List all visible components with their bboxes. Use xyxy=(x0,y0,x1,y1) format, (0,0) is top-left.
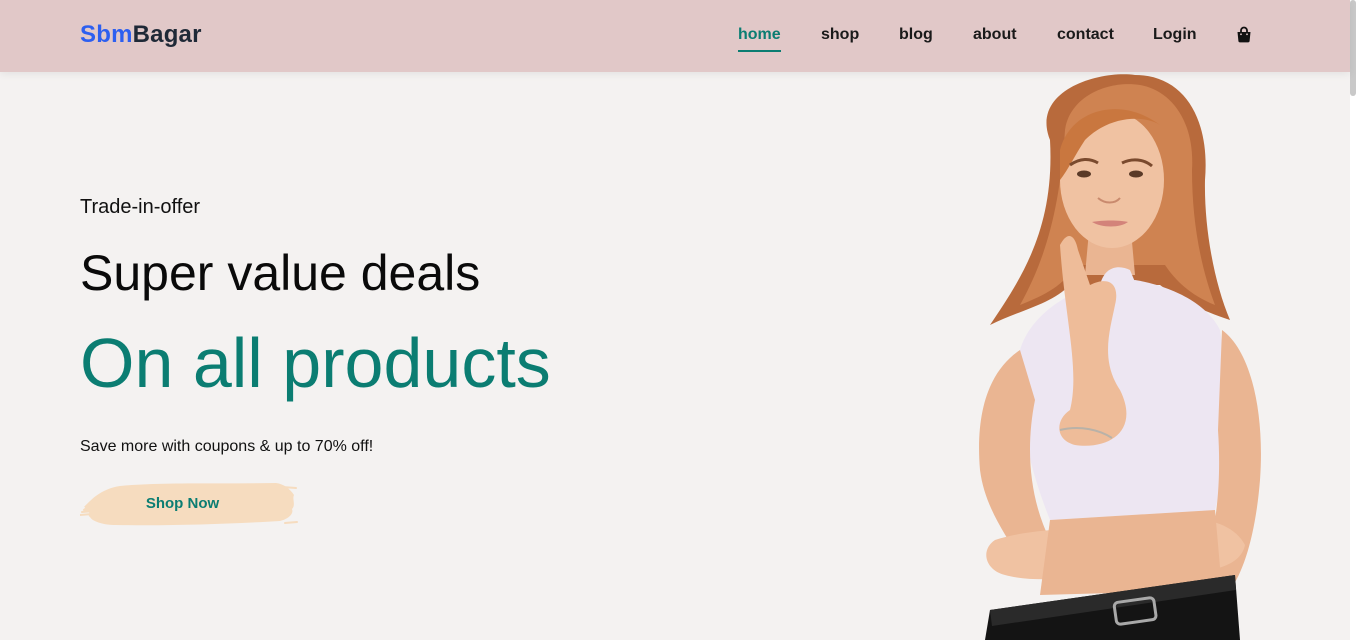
active-nav-underline xyxy=(738,50,781,52)
scrollbar-thumb[interactable] xyxy=(1350,0,1356,96)
nav-link-home[interactable]: home xyxy=(738,25,781,52)
logo-suffix: Bagar xyxy=(132,21,202,48)
nav-label-home: home xyxy=(738,26,781,43)
logo[interactable]: SbmBagar xyxy=(80,21,202,49)
shop-now-label: Shop Now xyxy=(145,495,220,512)
nav-link-shop[interactable]: shop xyxy=(821,25,859,45)
hero-headline: Super value deals xyxy=(80,245,481,301)
logo-prefix: Sbm xyxy=(80,21,133,48)
woman-in-white-top-photo xyxy=(979,74,1261,640)
hero-kicker: Trade-in-offer xyxy=(80,196,201,218)
scrollbar[interactable] xyxy=(1350,0,1356,640)
nav-link-contact[interactable]: contact xyxy=(1057,25,1114,45)
shopping-bag-icon[interactable] xyxy=(1236,26,1252,48)
nav-link-about[interactable]: about xyxy=(973,25,1017,45)
nav-link-login[interactable]: Login xyxy=(1153,25,1197,45)
hero-headline-accent: On all products xyxy=(80,324,551,402)
shop-now-button[interactable]: Shop Now xyxy=(80,479,298,529)
site-header: SbmBagar home shop blog about contact Lo… xyxy=(0,0,1350,72)
hero-subtext: Save more with coupons & up to 70% off! xyxy=(80,438,374,455)
nav-link-blog[interactable]: blog xyxy=(899,25,933,45)
